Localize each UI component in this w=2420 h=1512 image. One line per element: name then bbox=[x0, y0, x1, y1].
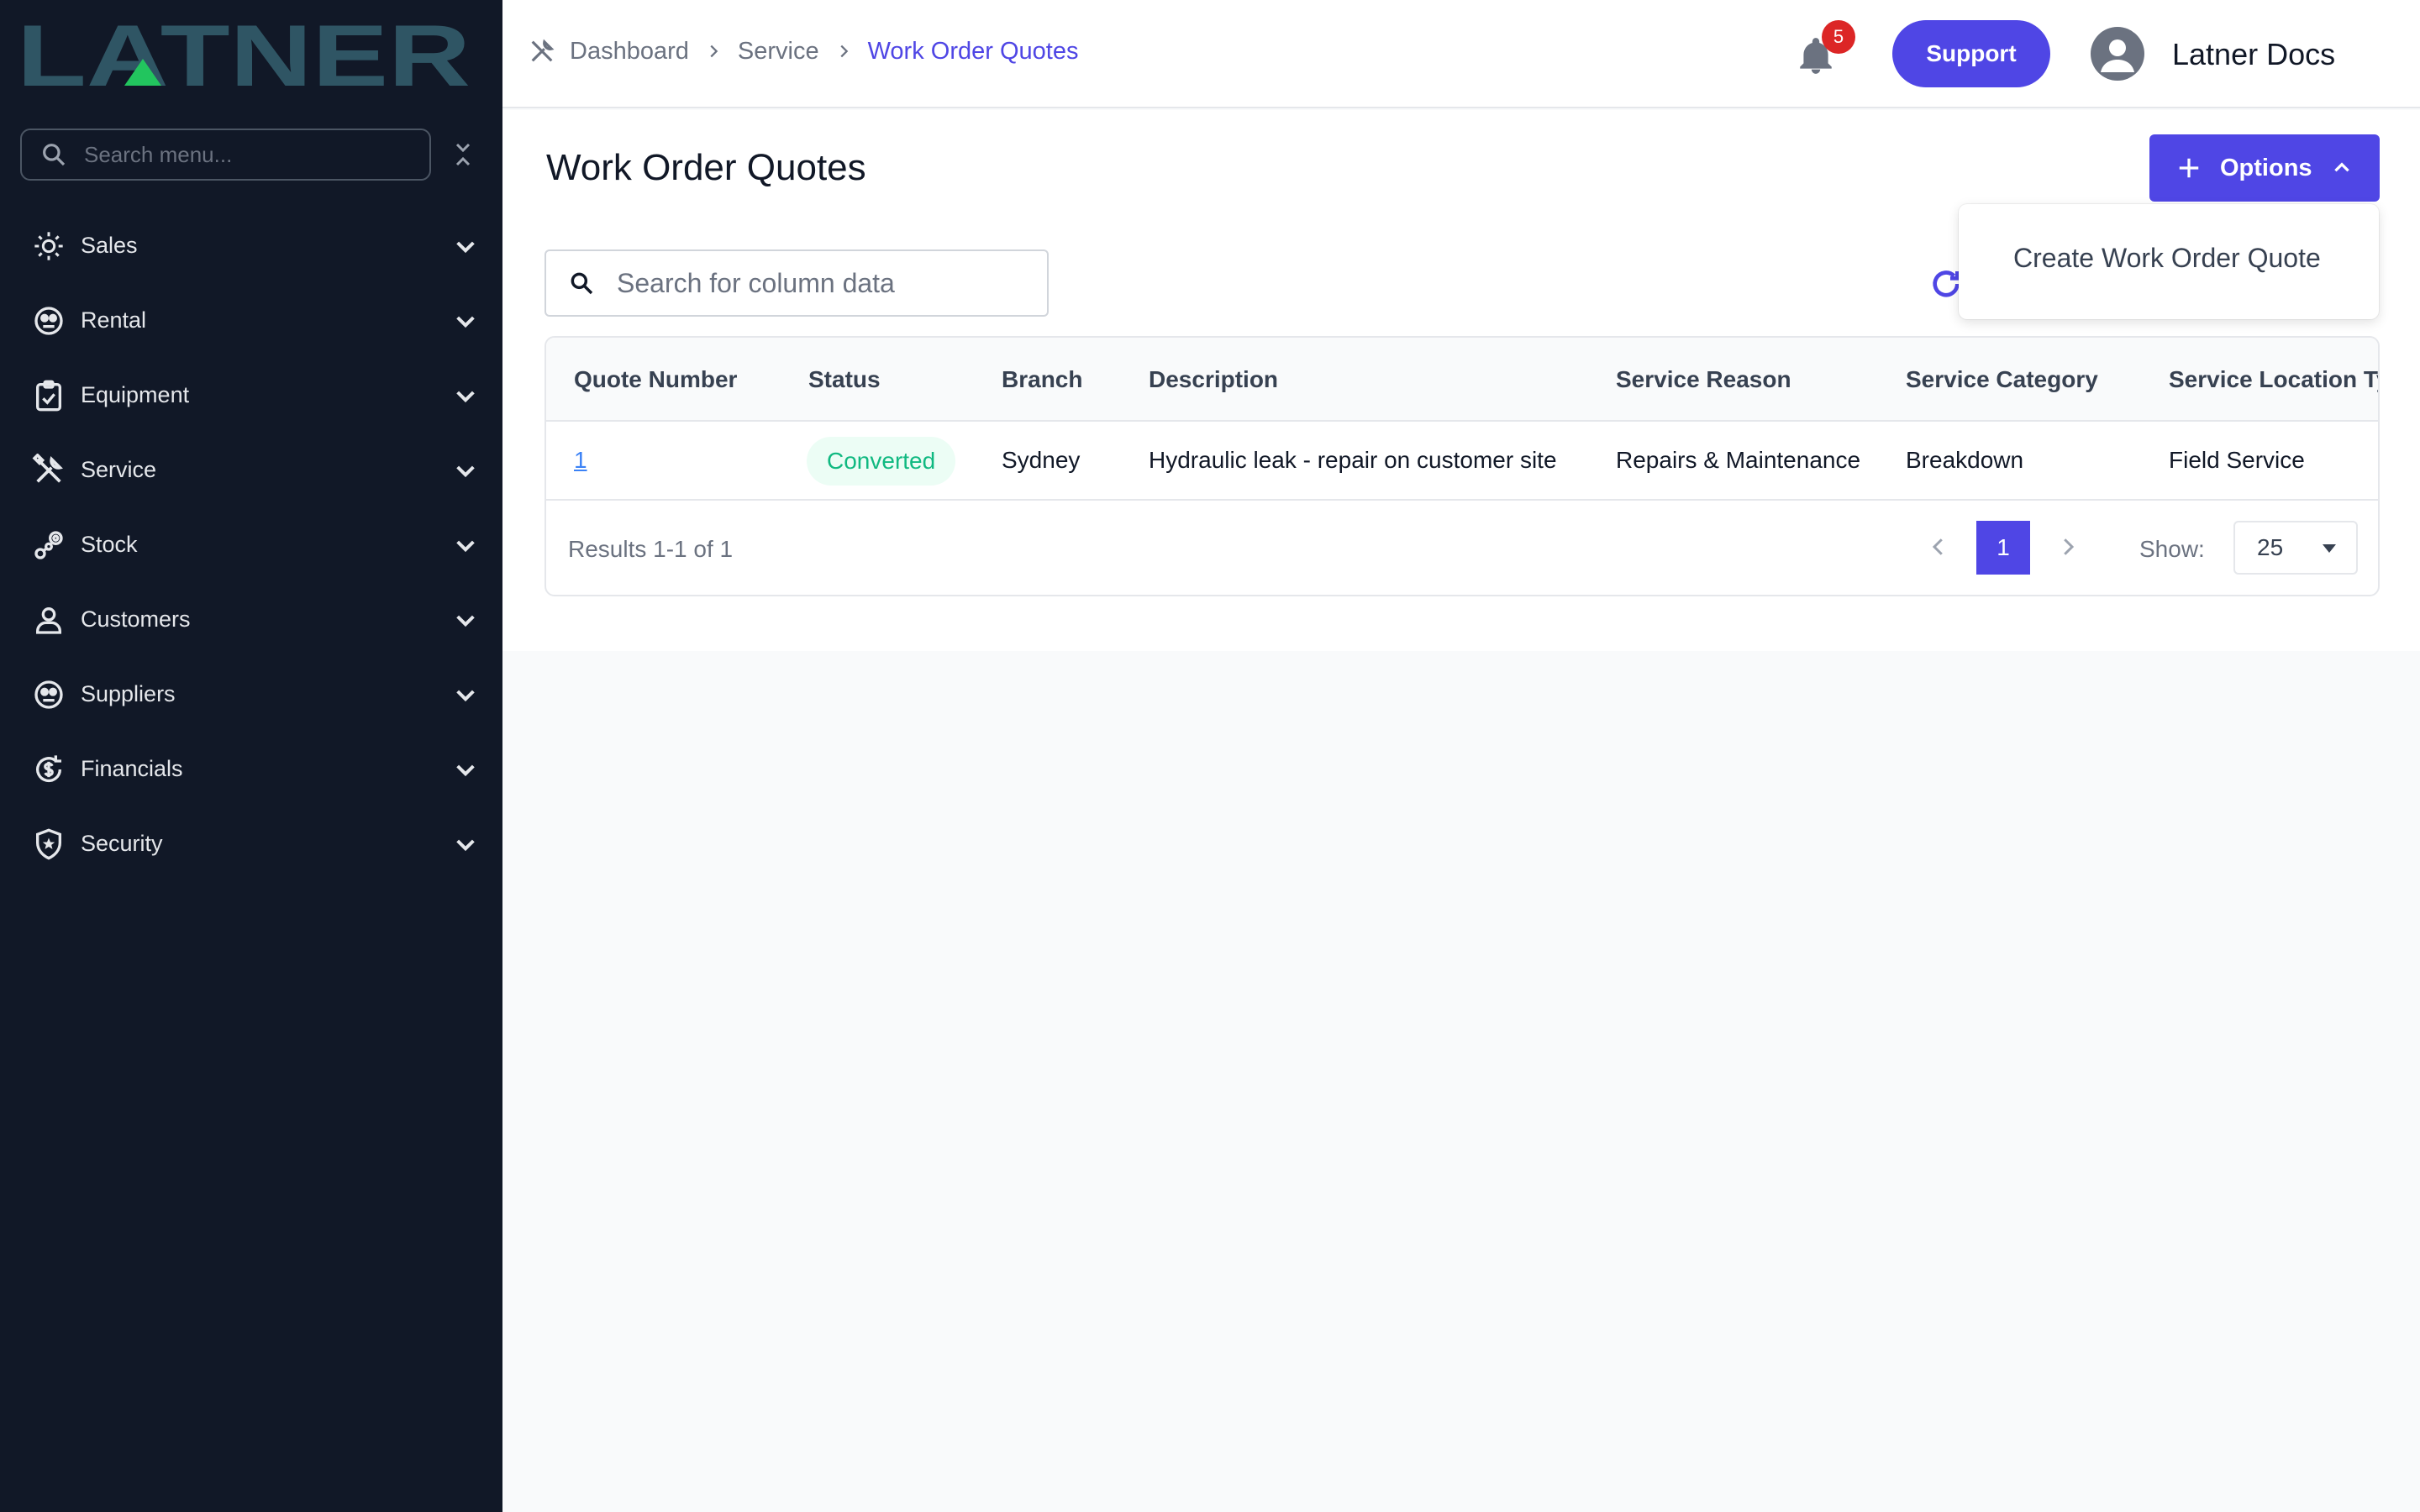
chevron-down-icon bbox=[456, 465, 475, 477]
quotes-table: Quote Number Status Branch Description S… bbox=[544, 336, 2380, 596]
menu-search[interactable] bbox=[20, 129, 431, 181]
breadcrumb: Dashboard Service Work Order Quotes bbox=[528, 37, 1078, 66]
options-label: Options bbox=[2220, 154, 2312, 181]
options-dropdown: Create Work Order Quote bbox=[1959, 204, 2379, 319]
plus-icon bbox=[2179, 158, 2199, 178]
branch-cell: Sydney bbox=[1002, 447, 1081, 473]
chevron-down-icon bbox=[456, 391, 475, 402]
equipment-icon bbox=[30, 377, 67, 414]
chevron-up-icon bbox=[2333, 162, 2349, 172]
column-service-category[interactable]: Service Category bbox=[1906, 366, 2098, 393]
chevron-down-icon bbox=[456, 316, 475, 328]
chevron-down-icon bbox=[456, 615, 475, 627]
avatar[interactable] bbox=[2091, 27, 2144, 81]
sidebar-item-sales[interactable]: Sales bbox=[0, 208, 502, 283]
column-branch[interactable]: Branch bbox=[1002, 366, 1082, 393]
quote-number-link[interactable]: 1 bbox=[574, 447, 587, 474]
sidebar-item-label: Security bbox=[81, 831, 163, 856]
page-size-value: 25 bbox=[2257, 534, 2284, 560]
column-search[interactable] bbox=[544, 249, 1049, 317]
suppliers-icon bbox=[30, 676, 67, 713]
sidebar-item-rental[interactable]: Rental bbox=[0, 283, 502, 358]
sidebar-nav: Sales Rental Equipment Service Stock Cus… bbox=[0, 208, 502, 881]
refresh-icon[interactable] bbox=[1929, 267, 1963, 301]
description-cell: Hydraulic leak - repair on customer site bbox=[1149, 447, 1557, 473]
service-location-cell: Field Service bbox=[2169, 447, 2305, 473]
service-icon bbox=[30, 452, 67, 489]
sidebar-item-label: Sales bbox=[81, 233, 138, 258]
breadcrumb-current: Work Order Quotes bbox=[867, 37, 1079, 65]
chevron-down-icon bbox=[456, 690, 475, 701]
service-reason-cell: Repairs & Maintenance bbox=[1616, 447, 1861, 473]
sidebar-item-service[interactable]: Service bbox=[0, 433, 502, 507]
status-badge: Converted bbox=[807, 437, 956, 486]
chevron-down-icon bbox=[456, 764, 475, 776]
chevron-down-icon bbox=[456, 241, 475, 253]
page-size-select[interactable]: 25 bbox=[2233, 521, 2358, 575]
table-header: Quote Number Status Branch Description S… bbox=[546, 338, 2378, 422]
user-icon bbox=[2101, 39, 2134, 72]
user-name[interactable]: Latner Docs bbox=[2172, 37, 2335, 72]
sidebar-item-label: Suppliers bbox=[81, 681, 176, 706]
column-search-input[interactable] bbox=[617, 267, 1037, 299]
sidebar-item-customers[interactable]: Customers bbox=[0, 582, 502, 657]
column-quote-number[interactable]: Quote Number bbox=[574, 366, 737, 393]
sales-icon bbox=[30, 228, 67, 265]
chevron-right-icon[interactable] bbox=[2055, 534, 2081, 559]
sidebar-item-suppliers[interactable]: Suppliers bbox=[0, 657, 502, 732]
sidebar-item-label: Financials bbox=[81, 756, 183, 781]
notification-badge: 5 bbox=[1822, 20, 1855, 54]
security-icon bbox=[30, 826, 67, 863]
column-status[interactable]: Status bbox=[808, 366, 881, 393]
sidebar-item-stock[interactable]: Stock bbox=[0, 507, 502, 582]
support-button[interactable]: Support bbox=[1892, 20, 2050, 87]
service-category-cell: Breakdown bbox=[1906, 447, 2024, 473]
column-service-location[interactable]: Service Location Ty bbox=[2169, 366, 2378, 393]
results-count: Results 1-1 of 1 bbox=[568, 536, 734, 562]
search-icon bbox=[571, 272, 593, 295]
show-label: Show: bbox=[2139, 536, 2205, 562]
sidebar-item-label: Rental bbox=[81, 307, 147, 333]
breadcrumb-service[interactable]: Service bbox=[738, 38, 819, 66]
column-description[interactable]: Description bbox=[1149, 366, 1278, 393]
collapse-icon bbox=[455, 143, 471, 166]
sidebar-item-label: Stock bbox=[81, 532, 138, 557]
chevron-right-icon bbox=[710, 45, 718, 58]
breadcrumb-dashboard[interactable]: Dashboard bbox=[570, 38, 689, 66]
latner-logo[interactable]: LATNER bbox=[17, 18, 471, 92]
chevron-down-icon bbox=[456, 540, 475, 552]
sidebar-item-security[interactable]: Security bbox=[0, 806, 502, 881]
chevron-right-icon bbox=[840, 45, 848, 58]
topbar: Dashboard Service Work Order Quotes 5 Su… bbox=[502, 0, 2420, 108]
create-work-order-quote-item[interactable]: Create Work Order Quote bbox=[2013, 243, 2321, 274]
column-service-reason[interactable]: Service Reason bbox=[1616, 366, 1791, 393]
service-icon bbox=[531, 39, 555, 62]
table-row[interactable]: 1 Converted Sydney Hydraulic leak - repa… bbox=[546, 422, 2378, 501]
chevron-left-icon[interactable] bbox=[1926, 534, 1951, 559]
table-footer: Results 1-1 of 1 1 Show: 25 bbox=[546, 502, 2378, 595]
page-title: Work Order Quotes bbox=[546, 147, 866, 188]
page-button-1[interactable]: 1 bbox=[1976, 521, 2030, 575]
collapse-menu-button[interactable] bbox=[450, 136, 476, 173]
logo-text: LATNER bbox=[17, 18, 471, 92]
chevron-down-icon bbox=[456, 839, 475, 851]
stock-icon bbox=[30, 527, 67, 564]
sidebar-item-label: Customers bbox=[81, 606, 191, 632]
sidebar: LATNER Sales Rental Equipment bbox=[0, 0, 502, 1512]
customers-icon bbox=[30, 601, 67, 638]
rental-icon bbox=[30, 302, 67, 339]
sidebar-item-equipment[interactable]: Equipment bbox=[0, 358, 502, 433]
options-button[interactable]: Options bbox=[2149, 134, 2380, 202]
sidebar-item-financials[interactable]: Financials bbox=[0, 732, 502, 806]
financials-icon bbox=[30, 751, 67, 788]
sidebar-item-label: Service bbox=[81, 457, 157, 482]
menu-search-input[interactable] bbox=[84, 141, 420, 168]
caret-down-icon bbox=[2323, 544, 2336, 553]
search-icon bbox=[43, 144, 66, 166]
sidebar-item-label: Equipment bbox=[81, 382, 190, 407]
